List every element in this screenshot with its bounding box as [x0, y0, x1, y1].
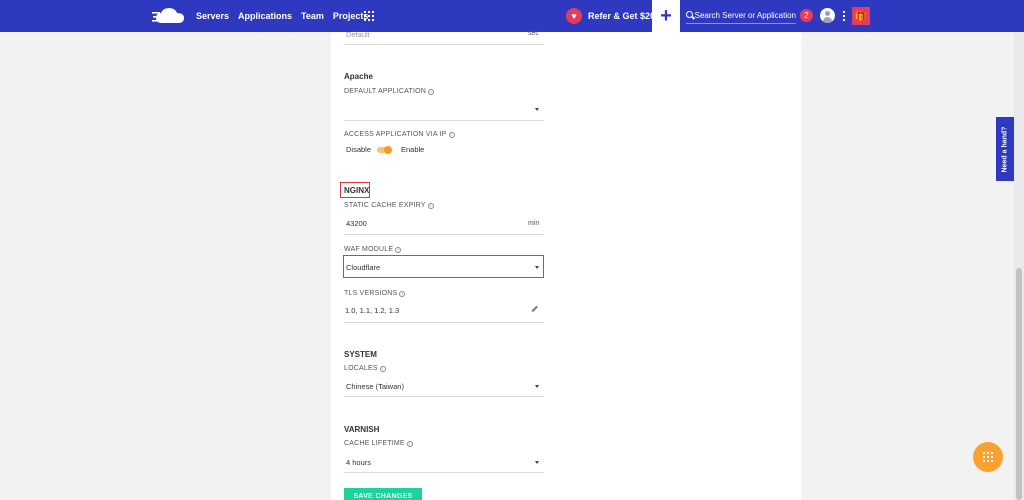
access-via-ip-label: ACCESS APPLICATION VIA IP i [344, 131, 455, 138]
info-icon[interactable]: i [427, 202, 434, 209]
chevron-down-icon [535, 266, 539, 269]
system-section-title: SYSTEM [344, 350, 377, 359]
heart-icon: ♥ [566, 8, 582, 24]
edit-pencil-icon[interactable] [530, 304, 539, 313]
locales-underline [344, 396, 544, 397]
cache-lifetime-underline [344, 472, 544, 473]
waf-module-select[interactable]: Cloudflare [343, 255, 544, 278]
cache-lifetime-label: CACHE LIFETIME i [344, 440, 413, 447]
top-navbar: Servers Applications Team Projects ♥ Ref… [0, 0, 1024, 32]
add-button[interactable]: + [652, 0, 680, 32]
locales-value: Chinese (Taiwan) [346, 382, 404, 391]
info-icon[interactable]: i [379, 365, 386, 372]
info-icon[interactable]: i [399, 290, 406, 297]
info-icon[interactable]: i [428, 88, 434, 95]
search-icon [686, 11, 693, 20]
cloud-logo-icon[interactable] [152, 6, 188, 26]
floating-grid-button[interactable] [973, 442, 1003, 472]
user-avatar-icon[interactable] [820, 8, 835, 23]
apps-grid-icon[interactable] [364, 11, 374, 21]
save-changes-button[interactable]: SAVE CHANGES [344, 488, 422, 500]
toggle-disable-label: Disable [346, 145, 372, 154]
notification-badge[interactable]: 2 [800, 9, 813, 22]
cache-lifetime-value: 4 hours [346, 458, 372, 467]
search-input[interactable]: Search Server or Application [686, 8, 796, 24]
tls-versions-value: 1.0, 1.1, 1.2, 1.3 [345, 306, 400, 315]
info-icon[interactable]: i [448, 131, 455, 138]
chevron-down-icon [535, 461, 539, 464]
chevron-down-icon [535, 108, 539, 111]
nginx-section-title: NGINX [344, 186, 370, 195]
plus-icon: + [660, 4, 672, 27]
waf-module-value: Cloudflare [346, 263, 381, 272]
kebab-menu-icon[interactable] [843, 11, 845, 21]
info-icon[interactable]: i [406, 440, 413, 447]
top-field-unit: sec [528, 30, 539, 37]
waf-module-label: WAF MODULE i [344, 246, 402, 253]
search-placeholder: Search Server or Application [694, 11, 796, 20]
locales-select[interactable]: Chinese (Taiwan) [344, 380, 544, 394]
static-cache-expiry-input[interactable]: 43200 [346, 219, 367, 228]
tls-versions-underline [344, 322, 544, 323]
static-cache-expiry-underline [344, 234, 544, 235]
locales-label: LOCALES i [344, 365, 386, 372]
tls-versions-label: TLS VERSIONS i [344, 290, 406, 297]
default-application-select[interactable] [344, 102, 544, 118]
top-field-input[interactable]: Default [346, 30, 370, 39]
need-a-hand-label: Need a hand? [1001, 126, 1009, 172]
top-field-underline [344, 44, 544, 45]
refer-label: Refer & Get $20 [588, 11, 656, 21]
static-cache-expiry-label: STATIC CACHE EXPIRY i [344, 202, 434, 209]
apache-section-title: Apache [344, 72, 373, 81]
settings-panel: Default sec Apache DEFAULT APPLICATION i… [331, 30, 801, 500]
refer-button[interactable]: ♥ Refer & Get $20 [566, 7, 655, 25]
default-application-label: DEFAULT APPLICATION i [344, 88, 434, 95]
toggle-enable-label: Enable [401, 145, 425, 154]
access-via-ip-toggle[interactable] [376, 145, 394, 155]
static-cache-expiry-unit: min [528, 220, 540, 227]
nav-applications[interactable]: Applications [238, 11, 292, 21]
info-icon[interactable]: i [395, 246, 402, 253]
need-a-hand-tab[interactable]: Need a hand? [996, 117, 1014, 181]
nav-servers[interactable]: Servers [196, 11, 229, 21]
scrollbar-thumb[interactable] [1016, 268, 1022, 500]
chevron-down-icon [535, 385, 539, 388]
varnish-section-title: VARNISH [344, 425, 380, 434]
gift-icon[interactable]: 🎁 [852, 7, 870, 25]
default-application-underline [344, 120, 544, 121]
cache-lifetime-select[interactable]: 4 hours [344, 456, 544, 470]
nav-team[interactable]: Team [301, 11, 324, 21]
